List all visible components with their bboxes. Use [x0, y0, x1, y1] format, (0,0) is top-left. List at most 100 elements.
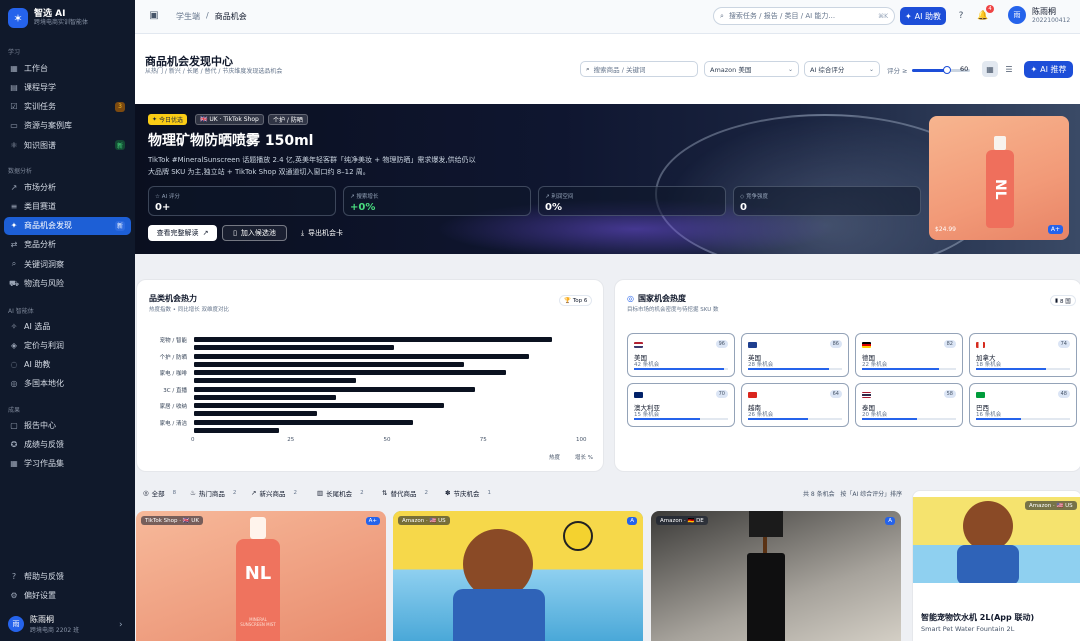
task-icon: ☑	[10, 102, 18, 112]
flag-icon: ▮	[1055, 297, 1059, 304]
sidebar-item[interactable]: ✪ 成绩与反馈	[4, 435, 131, 453]
product-card[interactable]: Amazon · 🇺🇸 US 智能宠物饮水机 2L(App 联动) Smart …	[912, 490, 1080, 641]
sidebar-item[interactable]: ◎ 多国本地化	[4, 375, 131, 393]
breadcrumb-separator: /	[206, 11, 209, 20]
sidebar-item[interactable]: ✧ AI 选品	[4, 317, 131, 335]
list-view-icon[interactable]: ☰	[1001, 61, 1017, 77]
trend-icon: ↗	[251, 489, 257, 497]
sidebar-item-label: 偏好设置	[24, 590, 56, 600]
sort-value: AI 综合评分	[810, 66, 845, 74]
sidebar-item[interactable]: ↗ 市场分析	[4, 178, 131, 196]
sidebar-item[interactable]: ▢ 报告中心	[4, 416, 131, 434]
topbar-user[interactable]: 雨 陈雨桐 2022100412	[1008, 6, 1070, 24]
sidebar-item[interactable]: ◈ 定价与利润	[4, 336, 131, 354]
stat-value: +0%	[350, 202, 376, 213]
score-slider-fill	[912, 69, 947, 72]
product-search-input[interactable]: ⌕ 搜索商品 / 关键词	[580, 61, 698, 77]
hero-product-image[interactable]: NL $24.99 A+	[929, 116, 1069, 240]
sparkle-icon: ✦	[10, 221, 18, 231]
card-market-tag: Amazon · 🇩🇪 DE	[656, 516, 708, 525]
sidebar-item-label: 类目赛道	[24, 201, 56, 211]
chevron-right-icon[interactable]: ›	[119, 620, 123, 630]
filter-tab[interactable]: ▥ 长尾机会 2	[317, 487, 364, 499]
doc-icon: ▢	[10, 420, 18, 430]
sidebar-item[interactable]: ☑ 实训任务 3	[4, 98, 131, 116]
sidebar-item[interactable]: ⚙ 偏好设置	[4, 586, 131, 604]
country-subtitle: 目标市场的机会密度与待挖掘 SKU 数	[627, 307, 719, 313]
sort-select[interactable]: AI 综合评分 ⌄	[804, 61, 880, 77]
sidebar-item[interactable]: ⌕ 关键词洞察	[4, 255, 131, 273]
sidebar-item[interactable]: ▤ 课程导学	[4, 78, 131, 96]
country-card[interactable]: 48 巴西 16 条机会	[969, 383, 1077, 427]
topbar-user-name: 陈雨桐	[1032, 7, 1056, 16]
sidebar-item[interactable]: ▭ 资源与案例库	[4, 117, 131, 135]
au-flag-icon	[634, 392, 643, 398]
stat-label: 搜索增长	[356, 194, 379, 200]
export-card-button[interactable]: ⤓ 导出机会卡	[293, 225, 351, 241]
ai-assistant-button[interactable]: ✦ AI 助教	[900, 7, 946, 25]
sidebar-item-label: 物流与风险	[24, 279, 64, 288]
country-card[interactable]: 74 加拿大 18 条机会	[969, 333, 1077, 377]
product-card[interactable]: Amazon · 🇩🇪 DE A	[651, 511, 901, 641]
filter-tab[interactable]: ✽ 节庆机会 1	[445, 487, 491, 499]
grid-view-icon[interactable]: ▦	[982, 61, 998, 77]
breadcrumb-root[interactable]: 学生端	[176, 11, 200, 22]
country-count-pill[interactable]: ▮ 8 国	[1050, 295, 1076, 306]
filter-tab[interactable]: ◎ 全部 8	[143, 487, 176, 499]
card-market-tag: Amazon · 🇺🇸 US	[398, 516, 450, 525]
download-icon: ⤓	[300, 228, 305, 237]
sidebar-item-label: 课程导学	[24, 82, 56, 92]
ai-recommend-button[interactable]: ✦ AI 推荐	[1024, 61, 1073, 78]
country-card[interactable]: 82 德国 22 条机会	[855, 333, 963, 377]
sidebar-item[interactable]: ⇄ 竞品分析	[4, 236, 131, 254]
hero-stat: ◇ 竞争强度 0	[733, 186, 921, 216]
filter-tab-count: 2	[232, 490, 237, 496]
country-card[interactable]: 70 澳大利亚 15 条机会	[627, 383, 735, 427]
opportunity-filter-tabs: ◎ 全部 8 ♨ 热门商品 2 ↗ 新兴商品 2 ▥ 长尾机会 2 ⇅ 替代商品 2 ✽ 节庆机会 1	[135, 484, 915, 502]
country-card[interactable]: 58 泰国 20 条机会	[855, 383, 963, 427]
stat-label: 利润空间	[551, 194, 574, 200]
sidebar-item-label: AI 助教	[24, 360, 51, 370]
category-heat-panel: 品类机会热力 热度指数 • 同比增长 双维度对比 🏆 Top 6 宠物 / 智能个…	[136, 279, 604, 472]
hero-stat: ↗ 搜索增长 +0%	[343, 186, 531, 216]
coffee-machine	[749, 511, 783, 537]
sidebar-item[interactable]: ? 帮助与反馈	[4, 567, 131, 585]
help-icon[interactable]: ?	[954, 9, 968, 23]
sidebar-item[interactable]: ✦ 商品机会发现 新	[4, 216, 131, 235]
add-candidate-button[interactable]: ▯ 加入候选池	[222, 225, 287, 241]
country-card[interactable]: 86 英国 28 条机会	[741, 333, 849, 377]
search-icon: ⌕	[11, 259, 17, 269]
heat-title: 品类机会热力	[149, 294, 197, 303]
filter-tab[interactable]: ⇅ 替代商品 2	[382, 487, 428, 499]
sort-label[interactable]: 按「AI 综合评分」排序	[840, 491, 902, 498]
br-flag-icon	[976, 392, 985, 398]
sidebar-item[interactable]: ◌ AI 助教	[4, 356, 131, 374]
read-full-button[interactable]: 查看完整解读 ↗	[148, 225, 217, 241]
global-search-input[interactable]: ⌕ 搜索任务 / 报告 / 类目 / AI 能力... ⌘K	[713, 7, 895, 25]
hero-price: $24.99	[935, 226, 956, 233]
today-pick-chip: ✦ 今日优选	[148, 114, 188, 125]
heat-category-label: 个护 / 防晒	[159, 354, 187, 361]
growth-bar	[194, 428, 279, 433]
market-select[interactable]: Amazon 美国 ⌄	[704, 61, 799, 77]
sidebar-item[interactable]: ▦ 工作台	[4, 59, 131, 77]
sidebar-user[interactable]: 雨 陈雨桐 跨境电商 2202 班	[8, 614, 79, 634]
sidebar-item[interactable]: ▦ 学习作品集	[4, 455, 131, 473]
fire-icon: ♨	[190, 489, 196, 497]
sidebar-item[interactable]: ⚛ 知识图谱 新	[4, 136, 131, 154]
category-chip: 个护 / 防晒	[268, 114, 308, 125]
country-card[interactable]: 64 越南 26 条机会	[741, 383, 849, 427]
filter-tab[interactable]: ↗ 新兴商品 2	[251, 487, 297, 499]
sidebar-item[interactable]: ⛟ 物流与风险	[4, 275, 131, 293]
heat-category-label: 宠物 / 智能	[159, 338, 187, 344]
score-slider-handle[interactable]	[942, 66, 951, 74]
product-card[interactable]: Amazon · 🇺🇸 US A	[393, 511, 643, 641]
top-n-pill[interactable]: 🏆 Top 6	[559, 295, 593, 306]
swap-icon: ⇅	[382, 489, 388, 497]
country-title-text: 国家机会热度	[637, 294, 686, 303]
sidebar-item[interactable]: ≡ 类目赛道	[4, 197, 131, 215]
country-card[interactable]: 96 美国 42 条机会	[627, 333, 735, 377]
product-card[interactable]: NL MINERAL SUNSCREEN MIST TikTok Shop · …	[136, 511, 386, 641]
sidebar-toggle-icon[interactable]: ▣	[147, 9, 161, 23]
filter-tab[interactable]: ♨ 热门商品 2	[190, 487, 236, 499]
